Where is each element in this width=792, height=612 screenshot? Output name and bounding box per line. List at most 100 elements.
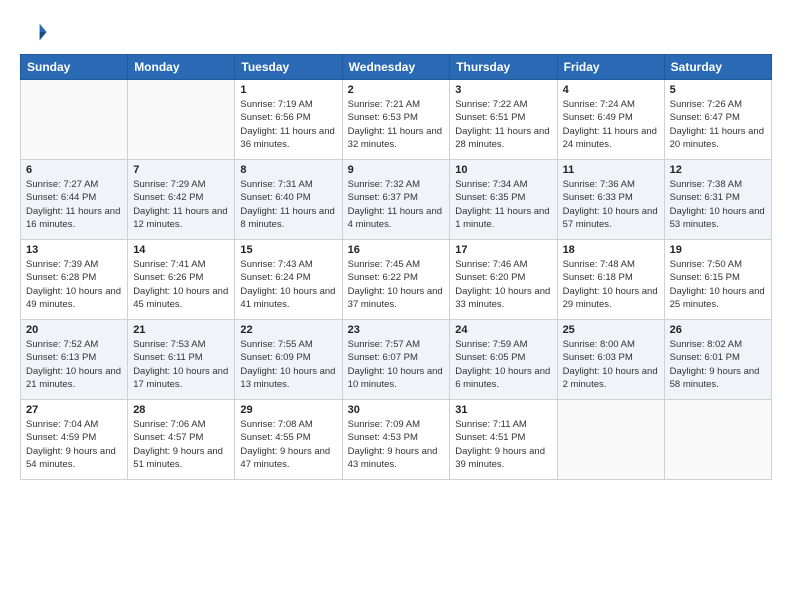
day-info: Sunrise: 7:11 AM Sunset: 4:51 PM Dayligh… [455,418,551,471]
calendar-cell: 28Sunrise: 7:06 AM Sunset: 4:57 PM Dayli… [128,400,235,480]
day-number: 17 [455,244,551,256]
calendar-cell: 19 Sunrise: 7:50 AM Sunset: 6:15 PM Dayli… [664,240,771,320]
calendar-cell: 9 Sunrise: 7:32 AM Sunset: 6:37 PM Daylig… [342,160,450,240]
day-number: 12 [670,164,766,176]
weekday-header: Saturday [664,55,771,80]
calendar-cell: 23 Sunrise: 7:57 AM Sunset: 6:07 PM Dayli… [342,320,450,400]
day-number: 1 [240,84,336,96]
calendar-cell: 17 Sunrise: 7:46 AM Sunset: 6:20 PM Dayli… [450,240,557,320]
day-info: Sunrise: 7:19 AM Sunset: 6:56 PM Dayligh… [240,98,336,151]
day-info: Sunrise: 7:43 AM Sunset: 6:24 PM Dayligh… [240,258,336,311]
day-info: Sunrise: 7:38 AM Sunset: 6:31 PM Dayligh… [670,178,766,231]
day-number: 18 [563,244,659,256]
calendar-cell: 14Sunrise: 7:41 AM Sunset: 6:26 PM Dayli… [128,240,235,320]
calendar-cell [128,80,235,160]
day-info: Sunrise: 7:45 AM Sunset: 6:22 PM Dayligh… [348,258,445,311]
day-number: 22 [240,324,336,336]
calendar-cell: 20 Sunrise: 7:52 AM Sunset: 6:13 PM Dayli… [21,320,128,400]
day-number: 5 [670,84,766,96]
calendar-header: SundayMondayTuesdayWednesdayThursdayFrid… [21,55,772,80]
calendar-cell: 26 Sunrise: 8:02 AM Sunset: 6:01 PM Dayli… [664,320,771,400]
day-number: 9 [348,164,445,176]
day-number: 7 [133,164,229,176]
day-info: Sunrise: 7:29 AM Sunset: 6:42 PM Dayligh… [133,178,229,231]
day-info: Sunrise: 8:00 AM Sunset: 6:03 PM Dayligh… [563,338,659,391]
calendar-cell: 18 Sunrise: 7:48 AM Sunset: 6:18 PM Dayli… [557,240,664,320]
calendar-cell: 6 Sunrise: 7:27 AM Sunset: 6:44 PM Daylig… [21,160,128,240]
calendar: SundayMondayTuesdayWednesdayThursdayFrid… [20,54,772,480]
day-info: Sunrise: 7:46 AM Sunset: 6:20 PM Dayligh… [455,258,551,311]
page: SundayMondayTuesdayWednesdayThursdayFrid… [0,0,792,492]
weekday-header: Thursday [450,55,557,80]
day-info: Sunrise: 7:50 AM Sunset: 6:15 PM Dayligh… [670,258,766,311]
calendar-cell [664,400,771,480]
calendar-cell: 21Sunrise: 7:53 AM Sunset: 6:11 PM Dayli… [128,320,235,400]
day-info: Sunrise: 7:52 AM Sunset: 6:13 PM Dayligh… [26,338,122,391]
day-info: Sunrise: 7:57 AM Sunset: 6:07 PM Dayligh… [348,338,445,391]
day-number: 29 [240,404,336,416]
calendar-cell: 1 Sunrise: 7:19 AM Sunset: 6:56 PM Daylig… [235,80,342,160]
day-info: Sunrise: 7:55 AM Sunset: 6:09 PM Dayligh… [240,338,336,391]
calendar-cell: 22 Sunrise: 7:55 AM Sunset: 6:09 PM Dayli… [235,320,342,400]
weekday-row: SundayMondayTuesdayWednesdayThursdayFrid… [21,55,772,80]
day-info: Sunrise: 7:39 AM Sunset: 6:28 PM Dayligh… [26,258,122,311]
calendar-cell: 15 Sunrise: 7:43 AM Sunset: 6:24 PM Dayli… [235,240,342,320]
day-info: Sunrise: 7:09 AM Sunset: 4:53 PM Dayligh… [348,418,445,471]
day-number: 30 [348,404,445,416]
day-number: 16 [348,244,445,256]
day-info: Sunrise: 7:34 AM Sunset: 6:35 PM Dayligh… [455,178,551,231]
day-number: 8 [240,164,336,176]
day-number: 2 [348,84,445,96]
calendar-cell: 27Sunrise: 7:04 AM Sunset: 4:59 PM Dayli… [21,400,128,480]
calendar-cell [21,80,128,160]
calendar-week-row: 1 Sunrise: 7:19 AM Sunset: 6:56 PM Daylig… [21,80,772,160]
day-number: 24 [455,324,551,336]
calendar-cell: 10 Sunrise: 7:34 AM Sunset: 6:35 PM Dayli… [450,160,557,240]
calendar-cell: 31 Sunrise: 7:11 AM Sunset: 4:51 PM Dayli… [450,400,557,480]
day-number: 19 [670,244,766,256]
day-number: 10 [455,164,551,176]
day-number: 31 [455,404,551,416]
day-info: Sunrise: 7:27 AM Sunset: 6:44 PM Dayligh… [26,178,122,231]
day-number: 4 [563,84,659,96]
day-number: 6 [26,164,122,176]
calendar-cell: 12 Sunrise: 7:38 AM Sunset: 6:31 PM Dayli… [664,160,771,240]
day-number: 13 [26,244,122,256]
day-number: 28 [133,404,229,416]
day-number: 25 [563,324,659,336]
calendar-week-row: 20 Sunrise: 7:52 AM Sunset: 6:13 PM Dayli… [21,320,772,400]
weekday-header: Wednesday [342,55,450,80]
calendar-cell: 25 Sunrise: 8:00 AM Sunset: 6:03 PM Dayli… [557,320,664,400]
day-number: 23 [348,324,445,336]
logo [20,18,50,46]
day-number: 26 [670,324,766,336]
calendar-cell: 13 Sunrise: 7:39 AM Sunset: 6:28 PM Dayli… [21,240,128,320]
calendar-cell: 3 Sunrise: 7:22 AM Sunset: 6:51 PM Daylig… [450,80,557,160]
weekday-header: Sunday [21,55,128,80]
weekday-header: Tuesday [235,55,342,80]
calendar-cell: 5Sunrise: 7:26 AM Sunset: 6:47 PM Daylig… [664,80,771,160]
day-info: Sunrise: 7:22 AM Sunset: 6:51 PM Dayligh… [455,98,551,151]
day-info: Sunrise: 7:36 AM Sunset: 6:33 PM Dayligh… [563,178,659,231]
day-number: 15 [240,244,336,256]
calendar-cell: 2 Sunrise: 7:21 AM Sunset: 6:53 PM Daylig… [342,80,450,160]
day-number: 27 [26,404,122,416]
calendar-week-row: 13 Sunrise: 7:39 AM Sunset: 6:28 PM Dayli… [21,240,772,320]
day-number: 3 [455,84,551,96]
day-info: Sunrise: 7:48 AM Sunset: 6:18 PM Dayligh… [563,258,659,311]
day-number: 11 [563,164,659,176]
calendar-cell: 11 Sunrise: 7:36 AM Sunset: 6:33 PM Dayli… [557,160,664,240]
header [20,18,772,46]
day-info: Sunrise: 7:21 AM Sunset: 6:53 PM Dayligh… [348,98,445,151]
day-info: Sunrise: 7:31 AM Sunset: 6:40 PM Dayligh… [240,178,336,231]
day-info: Sunrise: 7:53 AM Sunset: 6:11 PM Dayligh… [133,338,229,391]
calendar-cell: 16 Sunrise: 7:45 AM Sunset: 6:22 PM Dayli… [342,240,450,320]
day-number: 20 [26,324,122,336]
day-info: Sunrise: 7:32 AM Sunset: 6:37 PM Dayligh… [348,178,445,231]
calendar-cell: 4Sunrise: 7:24 AM Sunset: 6:49 PM Daylig… [557,80,664,160]
calendar-body: 1 Sunrise: 7:19 AM Sunset: 6:56 PM Daylig… [21,80,772,480]
day-info: Sunrise: 7:41 AM Sunset: 6:26 PM Dayligh… [133,258,229,311]
calendar-cell: 29Sunrise: 7:08 AM Sunset: 4:55 PM Dayli… [235,400,342,480]
day-info: Sunrise: 8:02 AM Sunset: 6:01 PM Dayligh… [670,338,766,391]
day-info: Sunrise: 7:59 AM Sunset: 6:05 PM Dayligh… [455,338,551,391]
